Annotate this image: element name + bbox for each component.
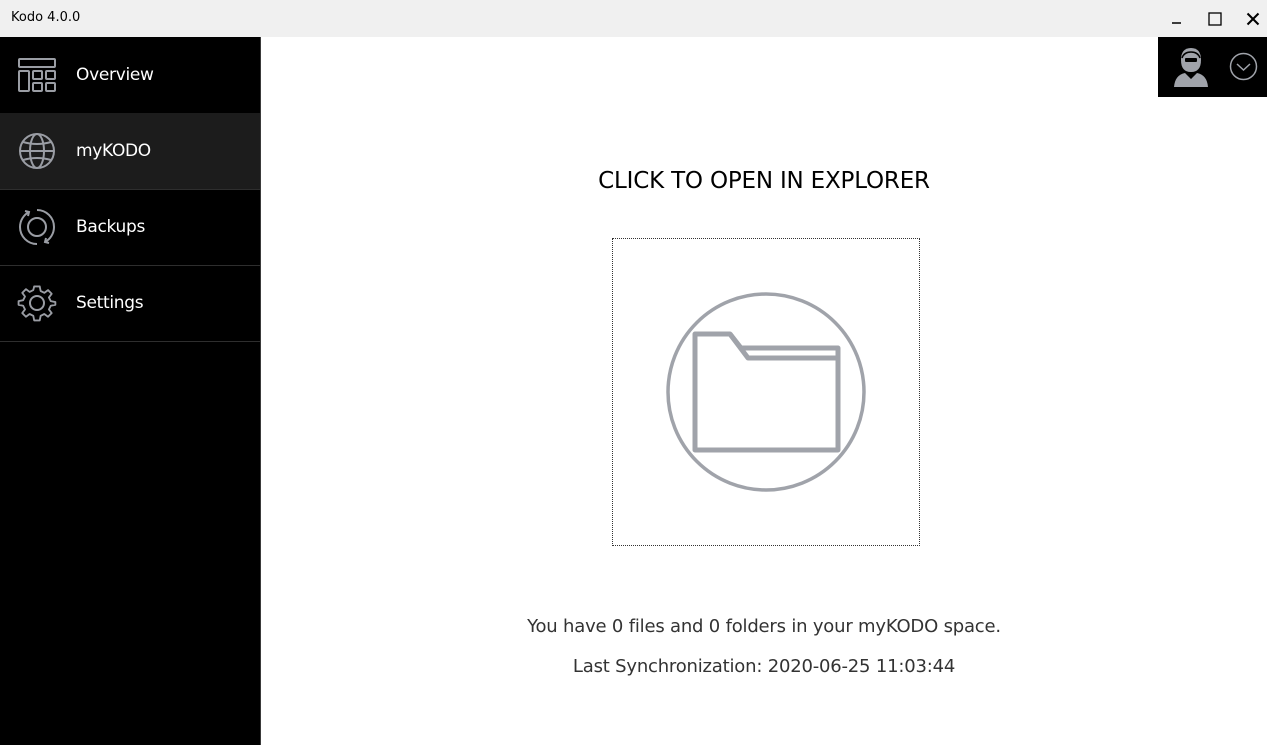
minimize-icon bbox=[1172, 21, 1181, 24]
sidebar-item-label: myKODO bbox=[76, 141, 151, 161]
files-summary: You have 0 files and 0 folders in your m… bbox=[527, 616, 1001, 637]
open-explorer-heading[interactable]: CLICK TO OPEN IN EXPLORER bbox=[261, 168, 1267, 194]
gear-icon bbox=[17, 285, 57, 322]
folder-icon bbox=[666, 292, 866, 492]
chevron-down-icon[interactable] bbox=[1229, 52, 1258, 81]
sidebar-item-label: Settings bbox=[76, 293, 144, 313]
sidebar-item-label: Overview bbox=[76, 65, 154, 85]
last-sync-status: Last Synchronization: 2020-06-25 11:03:4… bbox=[572, 656, 956, 677]
user-avatar-icon[interactable] bbox=[1172, 45, 1210, 87]
close-button[interactable] bbox=[1234, 0, 1267, 37]
sidebar-divider bbox=[260, 37, 261, 745]
user-widget bbox=[1158, 37, 1267, 97]
sidebar-item-mykodo[interactable]: myKODO bbox=[0, 113, 260, 190]
open-in-explorer-button[interactable] bbox=[612, 238, 920, 546]
sidebar-item-label: Backups bbox=[76, 217, 146, 237]
dashboard-icon bbox=[18, 58, 56, 92]
globe-icon bbox=[19, 133, 55, 169]
sync-icon bbox=[19, 209, 55, 245]
sidebar-item-settings[interactable]: Settings bbox=[0, 265, 260, 342]
minimize-button[interactable] bbox=[1158, 0, 1196, 37]
sidebar: Overview myKODO Backups Settings bbox=[0, 37, 260, 745]
app-title: Kodo 4.0.0 bbox=[11, 10, 81, 25]
maximize-button[interactable] bbox=[1196, 0, 1234, 37]
sidebar-item-overview[interactable]: Overview bbox=[0, 37, 260, 114]
close-icon bbox=[1246, 12, 1260, 25]
maximize-icon bbox=[1208, 11, 1222, 26]
sidebar-item-backups[interactable]: Backups bbox=[0, 189, 260, 266]
title-bar: Kodo 4.0.0 bbox=[0, 0, 1267, 37]
